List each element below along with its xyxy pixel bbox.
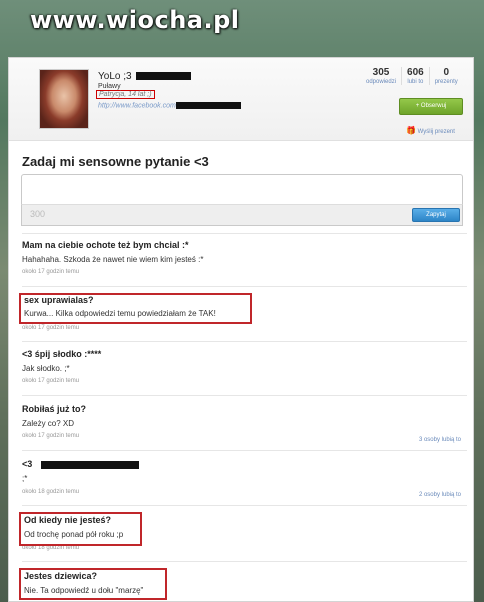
answer-time[interactable]: około 17 godzin temu: [22, 325, 467, 331]
profile-stats: 305 odpowiedzi 606 lubi to 0 prezenty: [361, 67, 463, 85]
stat-likes[interactable]: 606 lubi to: [401, 67, 429, 85]
send-gift-link[interactable]: 🎁 Wyślij prezent: [406, 126, 455, 135]
highlight-box: [19, 293, 252, 324]
answer-item: Robiłaś już to? Zależy co? XD około 17 g…: [22, 395, 467, 443]
stat-label: odpowiedzi: [366, 79, 397, 85]
highlight-box: [19, 568, 167, 600]
stat-value: 305: [372, 67, 390, 78]
profile-name: YoLo ;3: [98, 71, 132, 82]
question-text[interactable]: <3: [22, 459, 32, 469]
stat-answers[interactable]: 305 odpowiedzi: [361, 67, 401, 85]
answer-time[interactable]: około 17 godzin temu: [22, 269, 467, 275]
ask-submit-button[interactable]: Zapytaj: [412, 208, 460, 222]
answer-text: Jak słodko. ;*: [22, 364, 70, 373]
follow-button[interactable]: + Obserwuj: [399, 98, 463, 115]
answer-text: Zależy co? XD: [22, 419, 75, 428]
answer-item: <3 śpij słodko :**** Jak słodko. ;* okoł…: [22, 341, 467, 384]
send-gift-label: Wyślij prezent: [417, 129, 455, 135]
char-counter: 300: [30, 209, 46, 219]
answer-time[interactable]: około 17 godzin temu: [22, 378, 467, 384]
question-text[interactable]: <3 śpij słodko :****: [22, 349, 467, 359]
answer-item: Jestes dziewica? Nie. Ta odpowiedź u doł…: [19, 561, 467, 600]
profile-city: Puławy: [98, 83, 121, 90]
question-text[interactable]: Robiłaś już to?: [22, 404, 467, 414]
gift-icon: 🎁: [406, 126, 416, 135]
stat-label: lubi to: [407, 79, 424, 85]
likes-count[interactable]: 3 osoby lubią to: [419, 437, 461, 443]
stat-label: prezenty: [434, 79, 458, 85]
answer-time[interactable]: około 17 godzin temu: [22, 433, 467, 439]
answer-text: ;*: [22, 474, 28, 483]
censor-bar: [175, 102, 241, 109]
ask-title: Zadaj mi sensowne pytanie <3: [22, 154, 209, 169]
question-row: <3: [22, 459, 467, 469]
censor-bar: [136, 72, 192, 81]
answer-item: <3 ;* około 18 godzin temu 2 osoby lubią…: [22, 450, 467, 498]
stat-value: 606: [407, 67, 424, 78]
ask-toolbar: 300 Zapytaj: [21, 204, 463, 226]
profile-link-row: http://www.facebook.com: [98, 102, 241, 109]
answer-item: sex uprawialas? Kurwa... Kilka odpowiedz…: [19, 286, 467, 331]
question-text[interactable]: Mam na ciebie ochote też bym chcial :*: [22, 240, 467, 250]
likes-count[interactable]: 2 osoby lubią to: [419, 492, 461, 498]
answer-text: Hahahaha. Szkoda że nawet nie wiem kim j…: [22, 255, 204, 264]
answer-item: Mam na ciebie ochote też bym chcial :* H…: [22, 233, 467, 275]
answer-item: Od kiedy nie jesteś? Od trochę ponad pół…: [19, 505, 467, 551]
stat-value: 0: [443, 67, 449, 78]
avatar[interactable]: [39, 69, 89, 129]
profile-link[interactable]: http://www.facebook.com: [98, 102, 176, 109]
site-watermark: www.wiocha.pl: [30, 6, 240, 34]
profile-name-row: YoLo ;3: [98, 71, 192, 82]
profile-bio: Patrycja, 14 lat ;): [96, 90, 155, 99]
censor-bar: [40, 460, 139, 469]
answer-time[interactable]: około 18 godzin temu: [22, 489, 467, 495]
profile-header: YoLo ;3 Puławy Patrycja, 14 lat ;) http:…: [9, 58, 473, 141]
profile-card: YoLo ;3 Puławy Patrycja, 14 lat ;) http:…: [8, 57, 474, 602]
highlight-box: [19, 512, 142, 546]
stat-gifts[interactable]: 0 prezenty: [428, 67, 463, 85]
